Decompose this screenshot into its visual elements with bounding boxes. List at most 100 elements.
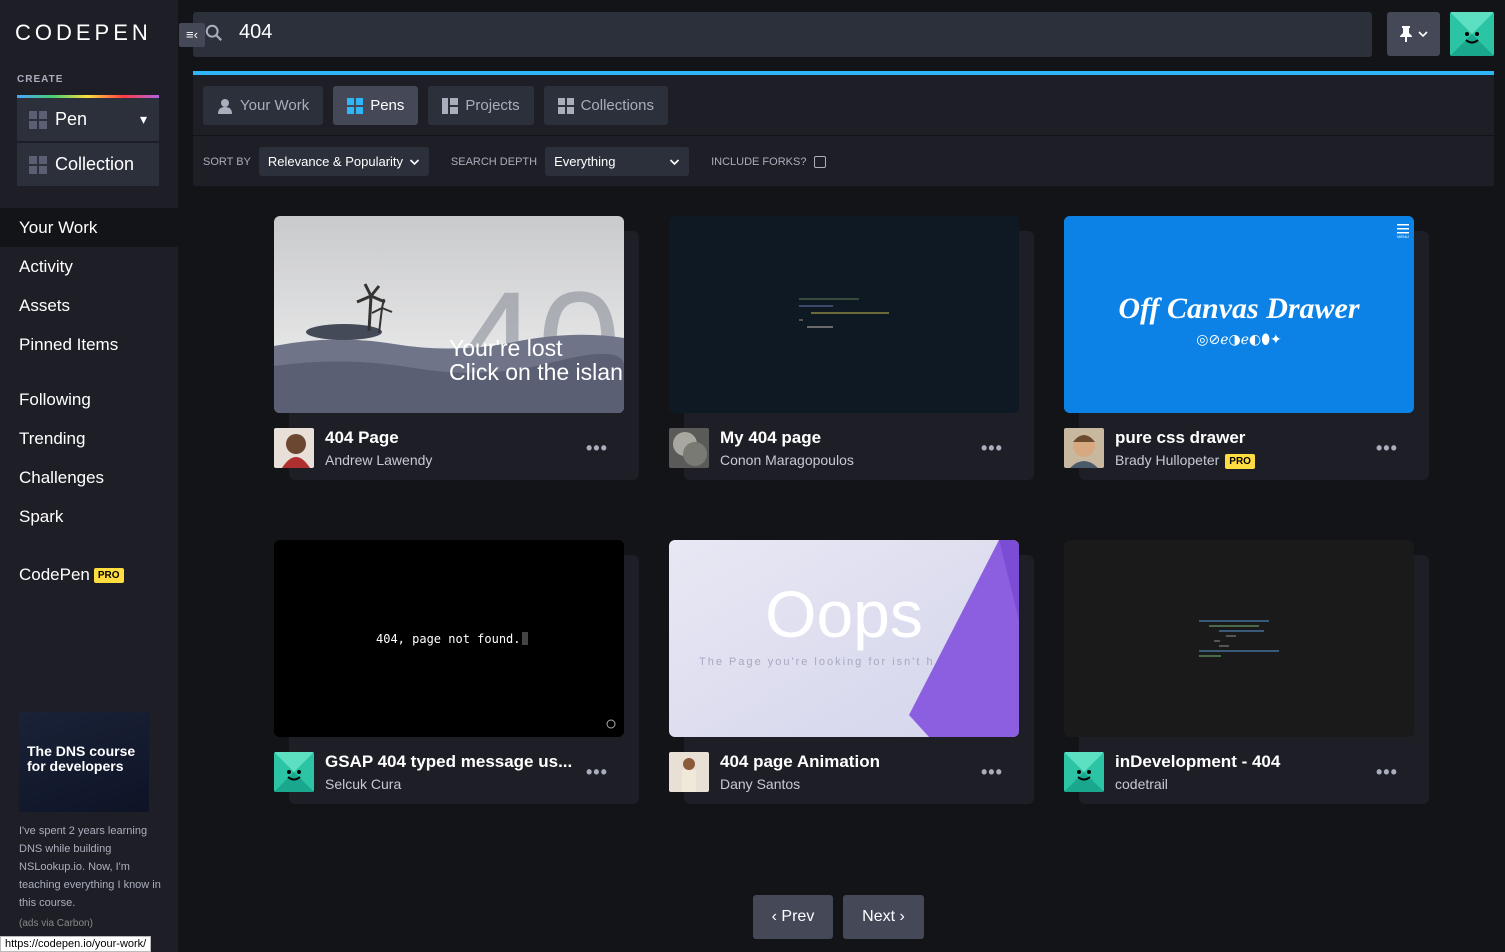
sidebar-item-your-work[interactable]: Your Work (0, 208, 178, 247)
pen-author[interactable]: Brady Hullopeter PRO (1115, 452, 1255, 469)
pen-card[interactable]: 40 Your're lost Click on the islan 404 P… (274, 216, 639, 480)
sort-by-label: SORT BY (203, 155, 251, 168)
more-options-icon[interactable]: ••• (1376, 762, 1398, 783)
tab-pens[interactable]: Pens (333, 86, 419, 125)
user-avatar[interactable] (1450, 12, 1494, 56)
tab-pens-label: Pens (370, 97, 405, 114)
pen-preview[interactable]: Oops The Page you're looking for isn't h (669, 540, 1019, 737)
pen-preview[interactable] (669, 216, 1019, 413)
tab-your-work[interactable]: Your Work (203, 86, 324, 125)
browser-icons: ◎⊘ℯ◑ℯ◐⬮✦ (1196, 332, 1282, 348)
pen-author[interactable]: Conon Maragopoulos (720, 452, 854, 468)
ad-via-link[interactable]: (ads via Carbon) (19, 918, 93, 929)
pen-author[interactable]: Selcuk Cura (325, 776, 401, 792)
tab-your-work-label: Your Work (240, 97, 310, 114)
sidebar-item-assets[interactable]: Assets (0, 286, 178, 325)
status-bar-url: https://codepen.io/your-work/ (0, 936, 152, 952)
pen-author[interactable]: Andrew Lawendy (325, 452, 432, 468)
sidebar-item-challenges[interactable]: Challenges (0, 458, 178, 497)
more-options-icon[interactable]: ••• (586, 438, 608, 459)
code-preview-image (1064, 540, 1414, 737)
search-depth-select[interactable]: Everything (545, 147, 690, 176)
panel-divider (193, 135, 1494, 136)
include-forks-checkbox[interactable] (814, 155, 827, 168)
pen-card[interactable]: 404, page not found. GSAP 404 typed mess… (274, 540, 639, 804)
author-photo (274, 428, 314, 468)
collection-grid-icon (557, 97, 574, 114)
search-icon (205, 24, 222, 41)
pen-author-name[interactable]: Brady Hullopeter (1115, 452, 1219, 468)
more-options-icon[interactable]: ••• (981, 438, 1003, 459)
pen-card[interactable]: MENU Off Canvas Drawer ◎⊘ℯ◑ℯ◐⬮✦ pure css… (1064, 216, 1429, 480)
sidebar-item-activity[interactable]: Activity (0, 247, 178, 286)
pen-preview[interactable]: 404, page not found. (274, 540, 624, 737)
menu-label: MENU (1397, 234, 1409, 239)
smiley-avatar-icon (1064, 752, 1104, 792)
tab-projects[interactable]: Projects (428, 86, 534, 125)
pen-author[interactable]: codetrail (1115, 776, 1168, 792)
pen-title[interactable]: GSAP 404 typed message us... (325, 752, 572, 772)
more-options-icon[interactable]: ••• (1376, 438, 1398, 459)
pen-preview[interactable]: MENU Off Canvas Drawer ◎⊘ℯ◑ℯ◐⬮✦ (1064, 216, 1414, 413)
pen-preview[interactable]: 40 Your're lost Click on the islan (274, 216, 624, 413)
pen-card[interactable]: My 404 page Conon Maragopoulos ••• (669, 216, 1034, 480)
typed-preview-image: 404, page not found. (274, 540, 624, 737)
code-preview-image (669, 216, 1019, 413)
search-input[interactable] (239, 21, 1039, 44)
codepen-pro-label: CodePen (19, 565, 90, 584)
ad-text[interactable]: I've spent 2 years learning DNS while bu… (19, 822, 164, 912)
tab-collections-label: Collections (580, 97, 654, 114)
ad-image[interactable]: The DNS course for developers (19, 712, 149, 812)
results-panel: Your Work Pens Projects Collections SORT… (193, 75, 1494, 186)
tab-projects-label: Projects (465, 97, 520, 114)
pen-title[interactable]: My 404 page (720, 428, 821, 448)
oops-preview-image: Oops The Page you're looking for isn't h (669, 540, 1019, 737)
smiley-avatar-icon (1450, 12, 1494, 56)
more-options-icon[interactable]: ••• (586, 762, 608, 783)
collapse-sidebar-icon[interactable]: ≡‹ (179, 23, 205, 47)
sidebar-item-pinned-items[interactable]: Pinned Items (0, 325, 178, 364)
pen-preview[interactable] (1064, 540, 1414, 737)
pen-title[interactable]: 404 Page (325, 428, 399, 448)
pen-title[interactable]: inDevelopment - 404 (1115, 752, 1280, 772)
drawer-heading: Off Canvas Drawer (1118, 292, 1359, 325)
author-avatar[interactable] (1064, 752, 1104, 792)
sidebar-item-codepen-pro[interactable]: CodePen PRO (0, 555, 178, 594)
chevron-down-icon[interactable]: ▾ (140, 111, 147, 128)
sidebar-item-trending[interactable]: Trending (0, 419, 178, 458)
more-options-icon[interactable]: ••• (981, 762, 1003, 783)
create-collection-button[interactable]: Collection (17, 143, 159, 188)
pen-grid-icon (347, 97, 364, 114)
author-avatar[interactable] (274, 752, 314, 792)
sidebar-item-following[interactable]: Following (0, 380, 178, 419)
sort-by-select[interactable]: Relevance & Popularity (258, 147, 429, 176)
preview-click-line: Click on the islan (449, 359, 623, 385)
codepen-logo[interactable]: CODEPEN (15, 20, 152, 46)
author-photo (669, 752, 709, 792)
pin-icon (1400, 26, 1412, 42)
create-pen-button[interactable]: Pen ▾ (17, 98, 159, 143)
sidebar-item-spark[interactable]: Spark (0, 497, 178, 536)
project-icon (442, 97, 459, 114)
pen-title[interactable]: 404 page Animation (720, 752, 880, 772)
author-avatar[interactable] (669, 428, 709, 468)
pinned-items-button[interactable] (1387, 12, 1440, 56)
search-depth-label: SEARCH DEPTH (450, 155, 538, 168)
sidebar-nav-primary: Your Work Activity Assets Pinned Items (0, 208, 178, 364)
sidebar-nav-pro: CodePen PRO (0, 555, 178, 594)
create-label: CREATE (17, 74, 64, 85)
pen-card[interactable]: Oops The Page you're looking for isn't h… (669, 540, 1034, 804)
author-avatar[interactable] (669, 752, 709, 792)
author-avatar[interactable] (274, 428, 314, 468)
search-bar[interactable] (193, 12, 1372, 57)
prev-page-button[interactable]: ‹ Prev (753, 895, 833, 939)
author-avatar[interactable] (1064, 428, 1104, 468)
pen-card[interactable]: inDevelopment - 404 codetrail ••• (1064, 540, 1429, 804)
tab-collections[interactable]: Collections (543, 86, 668, 125)
next-page-button[interactable]: Next › (843, 895, 924, 939)
oops-heading: Oops (765, 577, 923, 651)
create-collection-label: Collection (55, 154, 135, 174)
pen-title[interactable]: pure css drawer (1115, 428, 1245, 448)
drawer-preview-image: MENU Off Canvas Drawer ◎⊘ℯ◑ℯ◐⬮✦ (1064, 216, 1414, 413)
pen-author[interactable]: Dany Santos (720, 776, 800, 792)
